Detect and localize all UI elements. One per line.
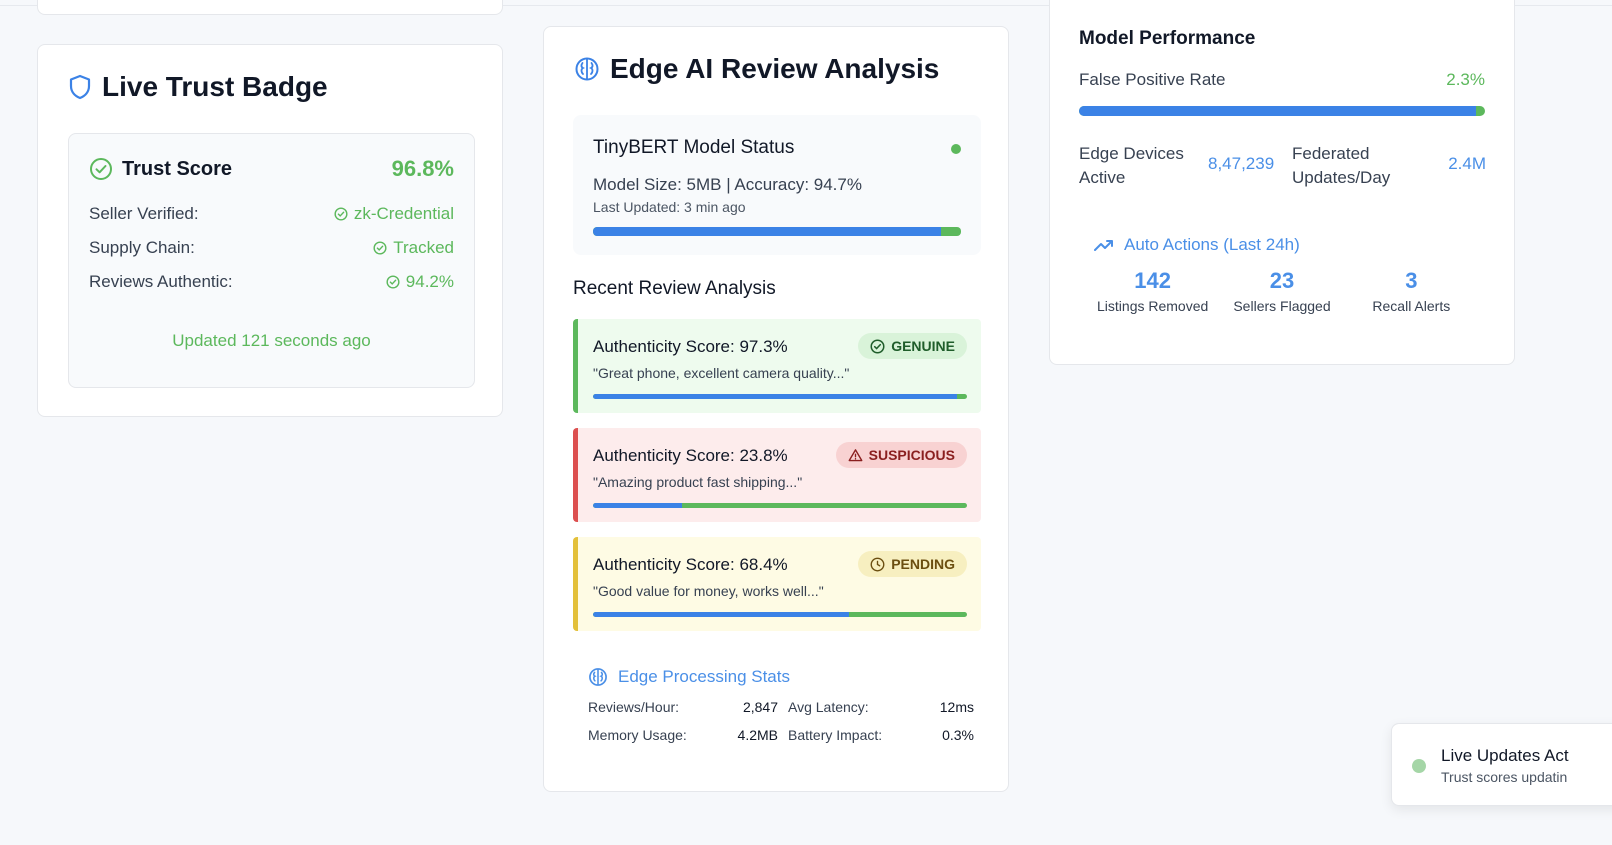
trust-score-panel: Trust Score 96.8% Seller Verified: zk-Cr… <box>68 133 475 388</box>
previous-card-edge <box>37 0 503 15</box>
reviews-authentic-label: Reviews Authentic: <box>89 272 233 291</box>
auto-action-label: Recall Alerts <box>1372 298 1451 314</box>
trust-badge-header: Live Trust Badge <box>68 71 328 103</box>
authenticity-bar <box>593 394 967 399</box>
brain-icon <box>589 668 607 686</box>
stat-value: 2,847 <box>742 699 778 715</box>
status-badge: GENUINE <box>858 333 967 359</box>
edge-ai-header: Edge AI Review Analysis <box>574 53 939 85</box>
check-circle-icon <box>373 241 387 255</box>
edge-ai-card: Edge AI Review Analysis TinyBERT Model S… <box>543 26 1009 792</box>
stat-value: 0.3% <box>942 727 974 743</box>
model-meta: Model Size: 5MB | Accuracy: 94.7% <box>593 175 862 194</box>
auto-action-count: 3 <box>1405 268 1418 293</box>
stat-label: Battery Impact: <box>788 727 883 743</box>
check-circle-icon <box>386 275 400 289</box>
review-card-pending[interactable]: Authenticity Score: 68.4% PENDING "Good … <box>573 537 981 631</box>
fpr-label: False Positive Rate <box>1079 70 1226 89</box>
auto-action-label: Sellers Flagged <box>1233 298 1331 314</box>
check-circle-icon <box>870 339 885 353</box>
model-performance-card: Model Performance False Positive Rate 2.… <box>1049 0 1515 365</box>
seller-verified-row: Seller Verified: zk-Credential <box>89 204 454 224</box>
auto-actions-header: Auto Actions (Last 24h) <box>1094 235 1300 255</box>
recent-review-label: Recent Review Analysis <box>573 278 776 299</box>
review-card-genuine[interactable]: Authenticity Score: 97.3% GENUINE "Great… <box>573 319 981 413</box>
status-dot <box>951 144 961 154</box>
seller-verified-value: zk-Credential <box>353 204 454 223</box>
updated-timestamp: Updated 121 seconds ago <box>172 331 371 350</box>
toast-title: Live Updates Act <box>1441 746 1569 765</box>
model-updated: Last Updated: 3 min ago <box>593 199 746 215</box>
live-updates-toast[interactable]: Live Updates Act Trust scores updatin <box>1391 723 1612 806</box>
model-performance-title: Model Performance <box>1079 28 1256 49</box>
auto-action-label: Listings Removed <box>1097 298 1209 314</box>
clock-icon <box>870 557 885 571</box>
stat-label: Reviews/Hour: <box>588 699 680 715</box>
authenticity-bar <box>593 612 967 617</box>
check-circle-icon <box>334 207 348 221</box>
review-score: Authenticity Score: 23.8% <box>593 446 788 465</box>
badge-label: GENUINE <box>891 338 955 354</box>
trust-badge-title: Live Trust Badge <box>102 71 328 102</box>
review-quote: "Amazing product fast shipping..." <box>593 474 803 490</box>
model-name: TinyBERT Model Status <box>593 137 795 158</box>
stat-label: Avg Latency: <box>788 699 869 715</box>
edge-ai-title: Edge AI Review Analysis <box>610 53 940 84</box>
review-score: Authenticity Score: 68.4% <box>593 555 788 574</box>
auto-action-count: 142 <box>1134 268 1172 293</box>
review-card-suspicious[interactable]: Authenticity Score: 23.8% SUSPICIOUS "Am… <box>573 428 981 522</box>
shield-icon <box>69 74 91 100</box>
live-status-dot <box>1412 759 1426 773</box>
review-quote: "Good value for money, works well..." <box>593 583 824 599</box>
reviews-authentic-value: 94.2% <box>405 272 454 291</box>
edge-devices-label: Edge Devices Active <box>1079 144 1184 187</box>
federated-updates-label: Federated Updates/Day <box>1292 144 1391 187</box>
edge-stats-grid: Reviews/Hour: 2,847 Avg Latency: 12ms Me… <box>588 699 974 743</box>
auto-actions-grid: 142 Listings Removed 23 Sellers Flagged … <box>1088 268 1476 314</box>
reviews-authentic-row: Reviews Authentic: 94.2% <box>89 272 454 292</box>
trust-score-row: Trust Score 96.8% <box>89 156 454 182</box>
warning-icon <box>848 448 863 461</box>
device-stats: Edge Devices Active 8,47,239 Federated U… <box>1079 142 1486 192</box>
review-quote: "Great phone, excellent camera quality..… <box>593 365 850 381</box>
edge-stats-header: Edge Processing Stats <box>588 667 790 687</box>
fpr-value: 2.3% <box>1446 70 1485 89</box>
trust-score-label: Trust Score <box>122 157 233 180</box>
authenticity-bar <box>593 503 967 508</box>
supply-chain-value: Tracked <box>393 238 454 257</box>
badge-label: SUSPICIOUS <box>868 447 955 463</box>
review-score: Authenticity Score: 97.3% <box>593 337 788 356</box>
trending-up-icon <box>1094 240 1113 251</box>
stat-value: 12ms <box>939 699 974 715</box>
trust-badge-card: Live Trust Badge Trust Score 96.8% Selle… <box>37 44 503 417</box>
edge-devices-value: 8,47,239 <box>1208 154 1275 173</box>
auto-action-recalls: 3 Recall Alerts <box>1347 268 1476 314</box>
auto-actions-title: Auto Actions (Last 24h) <box>1124 235 1300 254</box>
auto-action-sellers: 23 Sellers Flagged <box>1217 268 1346 314</box>
badge-label: PENDING <box>891 556 955 572</box>
seller-verified-label: Seller Verified: <box>89 204 199 223</box>
auto-action-listings: 142 Listings Removed <box>1088 268 1217 314</box>
status-badge: SUSPICIOUS <box>835 442 967 468</box>
stat-label: Memory Usage: <box>588 727 687 743</box>
model-status-panel: TinyBERT Model Status Model Size: 5MB | … <box>573 115 981 255</box>
stat-value: 4.2MB <box>737 727 778 743</box>
false-positive-row: False Positive Rate 2.3% <box>1079 70 1485 90</box>
auto-action-count: 23 <box>1269 268 1295 293</box>
trust-score-value: 96.8% <box>391 156 454 181</box>
model-accuracy-bar <box>593 227 961 236</box>
toast-subtitle: Trust scores updatin <box>1441 769 1568 785</box>
supply-chain-label: Supply Chain: <box>89 238 195 257</box>
status-badge: PENDING <box>858 551 967 577</box>
supply-chain-row: Supply Chain: Tracked <box>89 238 454 258</box>
federated-updates-value: 2.4M <box>1448 154 1486 173</box>
check-circle-icon <box>90 158 112 180</box>
fpr-bar <box>1079 106 1485 116</box>
brain-icon <box>575 57 599 81</box>
edge-stats-title: Edge Processing Stats <box>618 667 790 686</box>
